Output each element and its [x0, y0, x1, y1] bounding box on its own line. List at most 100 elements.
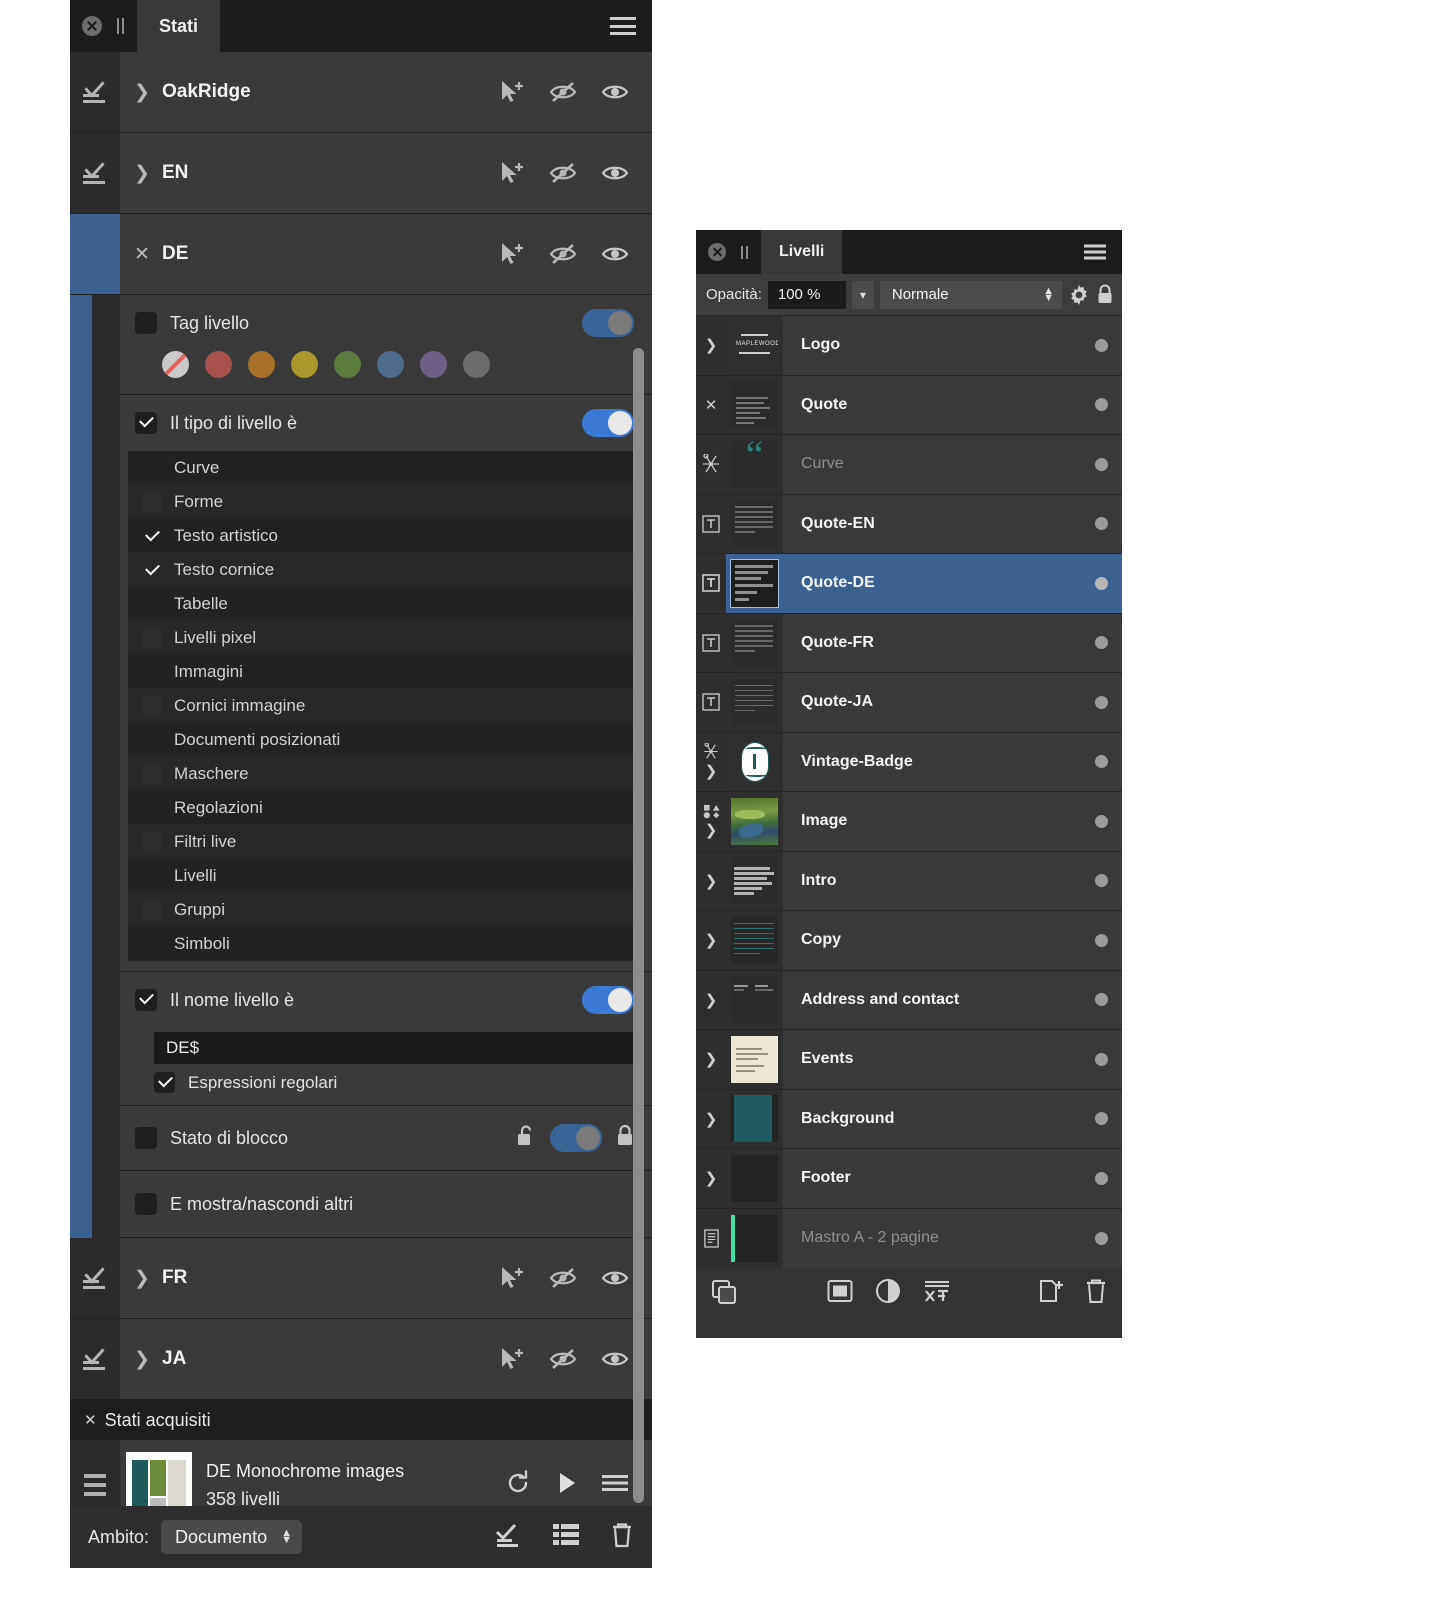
showhide-checkbox[interactable]: [135, 1193, 157, 1215]
state-check-gutter[interactable]: [70, 133, 120, 213]
hamburger-menu-icon[interactable]: [602, 1473, 628, 1498]
layer-expander[interactable]: ❯: [696, 970, 726, 1029]
layer-row-master[interactable]: Mastro A - 2 pagine: [696, 1208, 1122, 1268]
tag-checkbox[interactable]: [135, 312, 157, 334]
list-item[interactable]: Testo artistico: [128, 519, 634, 553]
layer-visibility-dot[interactable]: [1095, 695, 1108, 709]
swatch-purple[interactable]: [420, 351, 447, 378]
list-item[interactable]: Simboli: [128, 927, 634, 961]
gear-icon[interactable]: [1068, 284, 1090, 306]
checkbox[interactable]: [142, 491, 162, 512]
unlock-icon[interactable]: [516, 1124, 536, 1153]
layer-row-selected[interactable]: Quote-DE: [696, 554, 1122, 614]
layer-visibility-dot[interactable]: [1095, 1112, 1108, 1126]
filter-lockstate-row[interactable]: Stato di blocco: [120, 1106, 652, 1170]
layer-row[interactable]: ❯ Image: [696, 792, 1122, 852]
drag-grip-icon[interactable]: [737, 245, 751, 259]
eye-off-icon[interactable]: [548, 1346, 578, 1372]
layer-visibility-dot[interactable]: [1095, 457, 1108, 471]
layer-row[interactable]: ❯ Address and contact: [696, 970, 1122, 1030]
layer-row[interactable]: ❯ Events: [696, 1030, 1122, 1090]
layer-visibility-dot[interactable]: [1095, 993, 1108, 1007]
hamburger-menu-icon[interactable]: [610, 17, 636, 35]
filter-showhide-row[interactable]: E mostra/nascondi altri: [120, 1171, 652, 1237]
pointer-plus-icon[interactable]: [496, 1346, 526, 1372]
filter-tag-row[interactable]: Tag livello: [120, 295, 652, 351]
eye-off-icon[interactable]: [548, 241, 578, 267]
swatch-red[interactable]: [205, 351, 232, 378]
state-row-fr[interactable]: ❯ FR: [70, 1238, 652, 1319]
layer-row[interactable]: ❯ Background: [696, 1089, 1122, 1149]
checkbox[interactable]: [142, 899, 162, 920]
layer-visibility-dot[interactable]: [1095, 874, 1108, 888]
layer-visibility-dot[interactable]: [1095, 1231, 1108, 1245]
checkbox[interactable]: [142, 458, 162, 478]
trash-icon[interactable]: [1084, 1278, 1108, 1309]
pointer-plus-icon[interactable]: [496, 160, 526, 186]
swatch-gray[interactable]: [463, 351, 490, 378]
lockstate-toggle[interactable]: [550, 1124, 602, 1152]
eye-icon[interactable]: [600, 1346, 630, 1372]
eye-off-icon[interactable]: [548, 1265, 578, 1291]
filter-layername-row[interactable]: Il nome livello è: [120, 972, 652, 1028]
checkbox[interactable]: [142, 730, 162, 750]
list-item[interactable]: Testo cornice: [128, 553, 634, 587]
list-item[interactable]: Curve: [128, 451, 634, 485]
chevron-right-icon[interactable]: ❯: [132, 162, 152, 185]
swatch-orange[interactable]: [248, 351, 275, 378]
fx-icon[interactable]: [923, 1279, 951, 1308]
list-item[interactable]: Immagini: [128, 655, 634, 689]
eye-off-icon[interactable]: [548, 79, 578, 105]
tag-toggle[interactable]: [582, 309, 634, 337]
regex-checkbox[interactable]: [154, 1072, 175, 1093]
list-item[interactable]: Tabelle: [128, 587, 634, 621]
state-row-de[interactable]: ✕ DE: [70, 214, 652, 295]
layer-visibility-dot[interactable]: [1095, 814, 1108, 828]
layer-expander[interactable]: ❯: [696, 732, 726, 791]
pointer-plus-icon[interactable]: [496, 79, 526, 105]
list-item[interactable]: Livelli pixel: [128, 621, 634, 655]
list-item[interactable]: Cornici immagine: [128, 689, 634, 723]
chevron-right-icon[interactable]: ❯: [132, 1267, 152, 1290]
checkbox[interactable]: [142, 526, 162, 546]
layer-row[interactable]: ❯ MAPLEWOOD Logo: [696, 316, 1122, 376]
lock-icon[interactable]: [1096, 284, 1114, 306]
list-item[interactable]: Regolazioni: [128, 791, 634, 825]
list-icon[interactable]: [552, 1523, 580, 1552]
pointer-plus-icon[interactable]: [496, 1265, 526, 1291]
drag-grip-icon[interactable]: [113, 18, 127, 34]
layername-toggle[interactable]: [582, 986, 634, 1014]
layer-visibility-dot[interactable]: [1095, 338, 1108, 352]
list-item[interactable]: Filtri live: [128, 825, 634, 859]
list-item[interactable]: Documenti posizionati: [128, 723, 634, 757]
layer-row[interactable]: “ Curve: [696, 435, 1122, 495]
acquired-state-row[interactable]: DE Monochrome images 358 livelli: [70, 1440, 652, 1506]
list-item[interactable]: Livelli: [128, 859, 634, 893]
state-check-gutter[interactable]: [70, 214, 120, 294]
mask-icon[interactable]: [827, 1279, 853, 1308]
layer-visibility-dot[interactable]: [1095, 576, 1108, 590]
state-check-gutter[interactable]: [70, 52, 120, 132]
regex-row[interactable]: Espressioni regolari: [120, 1072, 652, 1105]
chevron-right-icon[interactable]: ❯: [132, 1348, 152, 1371]
layer-expander[interactable]: ❯: [696, 851, 726, 910]
layer-visibility-dot[interactable]: [1095, 398, 1108, 412]
swatch-blue[interactable]: [377, 351, 404, 378]
layer-row[interactable]: ✕ “ Quote: [696, 375, 1122, 435]
swatch-yellow[interactable]: [291, 351, 318, 378]
state-row-oakridge[interactable]: ❯ OakRidge: [70, 52, 652, 133]
layer-visibility-dot[interactable]: [1095, 1171, 1108, 1185]
layer-row[interactable]: ❯ Footer: [696, 1149, 1122, 1209]
tab-livelli[interactable]: Livelli: [761, 230, 843, 274]
layer-visibility-dot[interactable]: [1095, 636, 1108, 650]
layer-row[interactable]: Quote-JA: [696, 673, 1122, 733]
list-item[interactable]: Gruppi: [128, 893, 634, 927]
layername-input[interactable]: DE$: [154, 1032, 634, 1064]
layer-visibility-dot[interactable]: [1095, 755, 1108, 769]
checkbox[interactable]: [142, 798, 162, 818]
eye-icon[interactable]: [600, 160, 630, 186]
lockstate-checkbox[interactable]: [135, 1127, 157, 1149]
swatch-none[interactable]: [162, 351, 189, 378]
scope-select[interactable]: Documento ▲ ▼: [161, 1520, 302, 1554]
layer-expander[interactable]: ❯: [696, 1089, 726, 1148]
